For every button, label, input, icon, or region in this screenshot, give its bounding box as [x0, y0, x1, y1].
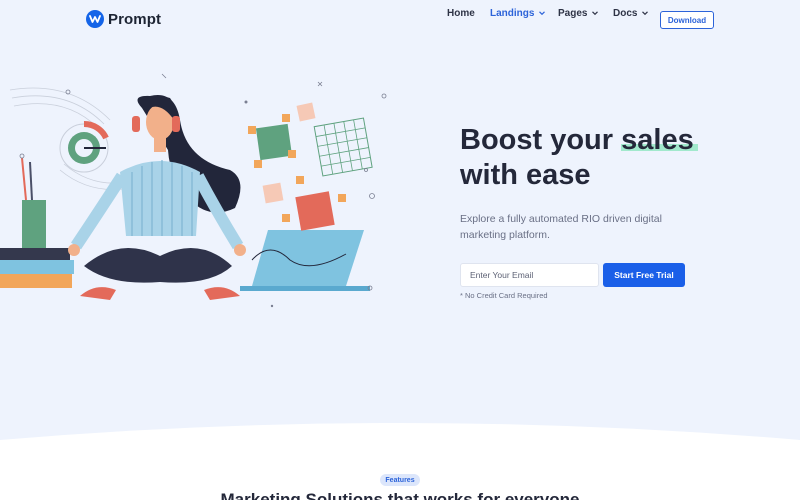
nav-item-docs[interactable]: Docs: [613, 8, 649, 19]
no-credit-card-note: * No Credit Card Required: [460, 291, 548, 300]
features-section-title: Marketing Solutions that works for every…: [220, 490, 580, 500]
nav-item-label: Docs: [613, 7, 638, 19]
nav-item-landings[interactable]: Landings: [490, 8, 546, 19]
nav-item-label: Pages: [558, 7, 588, 19]
hero-title-highlight: sales: [621, 124, 698, 156]
hero-title: Boost your sales with ease: [460, 123, 760, 193]
chevron-down-icon: [642, 11, 649, 16]
hero-title-part2: with ease: [460, 159, 591, 191]
top-nav: Prompt Home Landings Pages Docs Download: [0, 0, 800, 40]
nav-item-pages[interactable]: Pages: [558, 8, 599, 19]
nav-item-label: Landings: [490, 7, 535, 19]
brand-logo[interactable]: Prompt: [86, 10, 161, 28]
download-button[interactable]: Download: [660, 11, 714, 29]
chevron-down-icon: [592, 11, 599, 16]
nav-item-label: Home: [447, 7, 475, 19]
brand-name: Prompt: [108, 10, 162, 28]
features-badge: Features: [380, 474, 420, 486]
email-input[interactable]: [460, 263, 599, 287]
nav-item-home[interactable]: Home: [447, 8, 475, 19]
start-free-trial-button[interactable]: Start Free Trial: [603, 263, 685, 287]
chevron-down-icon: [539, 11, 546, 16]
woman-meditating-illustration: [0, 73, 387, 308]
section-divider-wave: [0, 423, 800, 500]
logo-icon: [86, 10, 104, 28]
hero-title-part1: Boost your: [460, 124, 622, 156]
hero-subtitle: Explore a fully automated RIO driven dig…: [460, 213, 662, 241]
